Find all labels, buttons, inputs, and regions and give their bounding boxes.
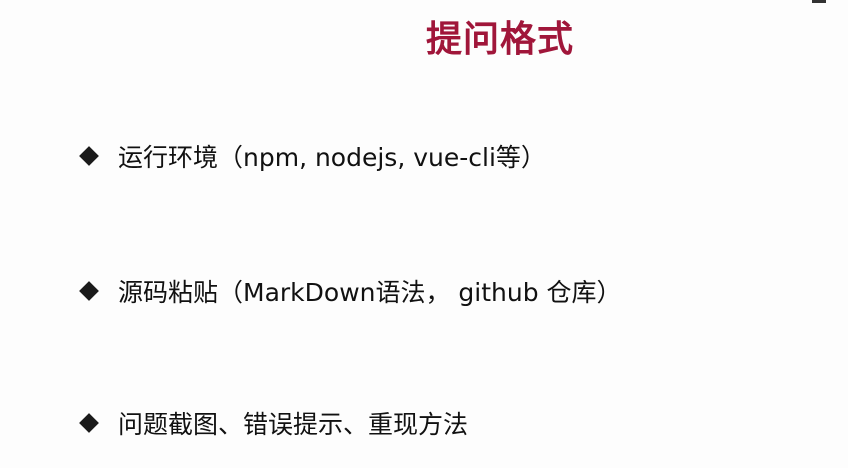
bullet-text: 运行环境（npm, nodejs, vue-cli等）	[118, 143, 546, 172]
diamond-bullet-icon	[79, 413, 99, 433]
bullet-text: 源码粘贴（MarkDown语法， github 仓库）	[118, 278, 622, 307]
cut-off-dash	[812, 0, 826, 3]
cut-off-header-strip	[0, 0, 848, 8]
presentation-slide: 提问格式 运行环境（npm, nodejs, vue-cli等） 源码粘贴（Ma…	[0, 0, 848, 468]
bullet-item-environment: 运行环境（npm, nodejs, vue-cli等）	[79, 136, 546, 176]
slide-title: 提问格式	[425, 19, 574, 60]
diamond-bullet-icon	[79, 146, 99, 166]
bullet-item-source-code: 源码粘贴（MarkDown语法， github 仓库）	[79, 271, 622, 311]
bullet-item-screenshot: 问题截图、错误提示、重现方法	[79, 403, 468, 443]
diamond-bullet-icon	[79, 281, 99, 301]
bullet-text: 问题截图、错误提示、重现方法	[118, 410, 469, 439]
